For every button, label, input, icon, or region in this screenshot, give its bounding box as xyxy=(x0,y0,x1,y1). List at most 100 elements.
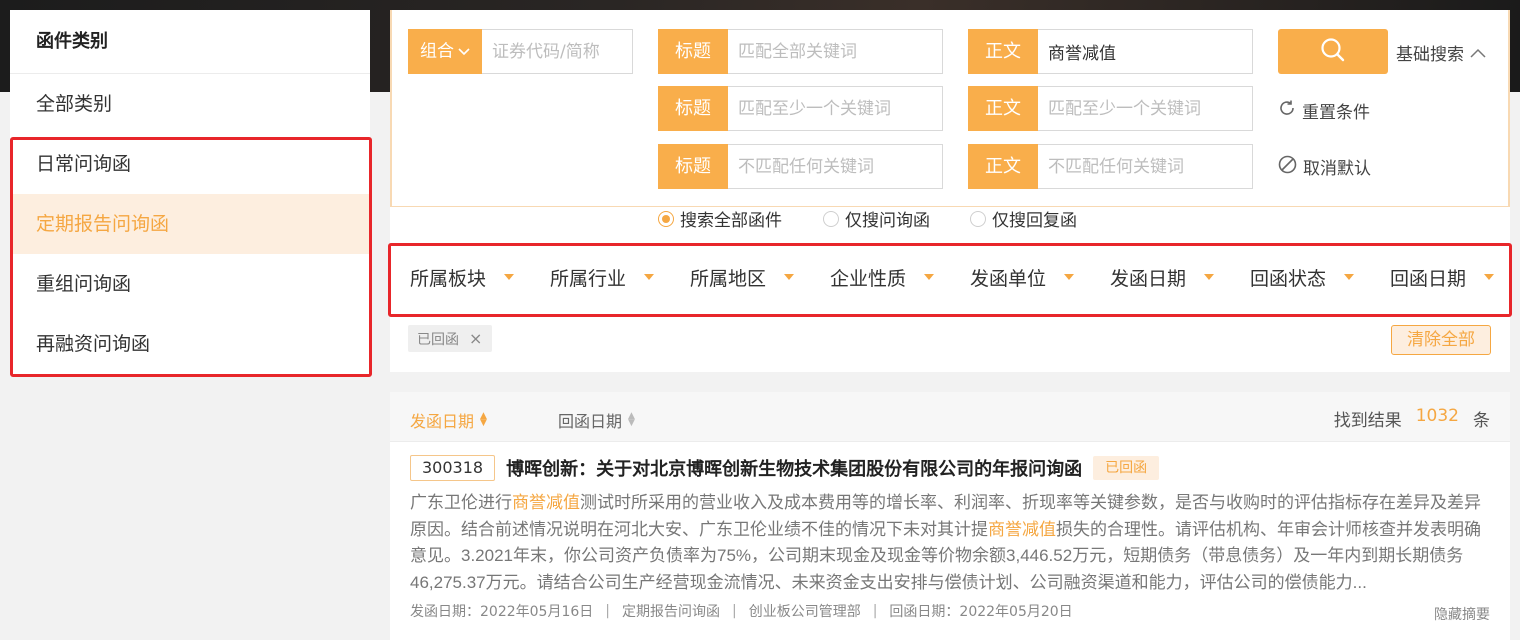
code-field: 组合 xyxy=(408,29,633,74)
radio-label: 搜索全部函件 xyxy=(680,211,782,231)
keyword-highlight: 商誉减值 xyxy=(988,519,1056,539)
body-none-input[interactable] xyxy=(1038,144,1253,189)
meta-department: 创业板公司管理部 xyxy=(748,604,861,620)
result-count: 找到结果 1032 条 xyxy=(1334,406,1490,431)
radio-all-letters[interactable]: 搜索全部函件 xyxy=(658,206,782,231)
filter-reply-date[interactable]: 回函日期 xyxy=(1390,248,1495,306)
hide-abstract-link[interactable]: 隐藏摘要 xyxy=(1434,604,1490,624)
result-title-row: 300318 博晖创新：关于对北京博晖创新生物技术集团股份有限公司的年报问询函 … xyxy=(410,454,1490,482)
radio-indicator xyxy=(823,210,839,227)
body-none-field: 正文 xyxy=(968,144,1253,189)
stock-code-badge[interactable]: 300318 xyxy=(410,455,496,481)
sidebar-item-periodic[interactable]: 定期报告问询函 xyxy=(10,194,370,254)
filter-label: 所属板块 xyxy=(410,267,487,290)
caret-down-icon xyxy=(504,274,515,280)
filter-reply-status[interactable]: 回函状态 xyxy=(1250,248,1355,306)
caret-down-icon xyxy=(1204,274,1215,280)
sort-label: 回函日期 xyxy=(558,412,623,431)
body-tag: 正文 xyxy=(968,144,1038,189)
cancel-default-button[interactable]: 取消默认 xyxy=(1278,154,1371,179)
body-any-field: 正文 xyxy=(968,86,1253,131)
filter-bar: 所属板块 所属行业 所属地区 企业性质 发函单位 发函日期 回函状态 回函日期 xyxy=(390,248,1510,306)
chevron-up-icon xyxy=(1470,43,1486,63)
sort-send-date[interactable]: 发函日期 ▲ ▼ xyxy=(410,408,487,432)
code-input[interactable] xyxy=(482,29,633,74)
title-any-field: 标题 xyxy=(658,86,943,131)
combo-label: 组合 xyxy=(420,41,454,62)
title-all-field: 标题 xyxy=(658,29,943,74)
keyword-highlight: 商誉减值 xyxy=(512,493,580,512)
search-button[interactable] xyxy=(1278,29,1388,74)
search-panel: 组合 标题 标题 标题 正文 正文 正文 基础搜索 重置条件 取消默认 xyxy=(390,10,1510,372)
filter-industry[interactable]: 所属行业 xyxy=(550,248,655,306)
refresh-icon xyxy=(1278,99,1296,122)
clear-all-button[interactable]: 清除全部 xyxy=(1391,325,1491,355)
filter-label: 回函日期 xyxy=(1390,267,1467,290)
title-any-input[interactable] xyxy=(728,86,943,131)
caret-down-icon xyxy=(784,274,795,280)
basic-search-label: 基础搜索 xyxy=(1396,45,1464,65)
combo-dropdown[interactable]: 组合 xyxy=(408,29,482,74)
radio-indicator xyxy=(970,210,986,227)
filter-label: 所属行业 xyxy=(550,267,627,290)
found-label: 找到结果 xyxy=(1333,411,1402,431)
body-tag: 正文 xyxy=(968,29,1038,74)
caret-down-icon xyxy=(924,274,935,280)
sidebar-item-refinancing[interactable]: 再融资问询函 xyxy=(10,314,370,374)
basic-search-toggle[interactable]: 基础搜索 xyxy=(1396,40,1486,65)
sidebar-item-daily[interactable]: 日常问询函 xyxy=(10,134,370,194)
reset-button[interactable]: 重置条件 xyxy=(1278,98,1370,123)
sidebar-title: 函件类别 xyxy=(10,10,370,74)
title-none-input[interactable] xyxy=(728,144,943,189)
radio-label: 仅搜问询函 xyxy=(845,211,930,231)
caret-down-icon xyxy=(1064,274,1075,280)
title-all-input[interactable] xyxy=(728,29,943,74)
status-badge: 已回函 xyxy=(1093,456,1160,480)
count-unit: 条 xyxy=(1473,411,1490,431)
sort-arrows-icon: ▲ ▼ xyxy=(628,411,635,428)
radio-inquiry-only[interactable]: 仅搜问询函 xyxy=(823,206,930,231)
meta-category: 定期报告问询函 xyxy=(621,604,720,620)
category-sidebar: 函件类别 全部类别 日常问询函 定期报告问询函 重组问询函 再融资问询函 xyxy=(10,10,370,376)
title-tag: 标题 xyxy=(658,29,728,74)
sort-label: 发函日期 xyxy=(410,412,475,431)
result-title-link[interactable]: 博晖创新：关于对北京博晖创新生物技术集团股份有限公司的年报问询函 xyxy=(506,455,1082,481)
results-header: 发函日期 ▲ ▼ 回函日期 ▲ ▼ 找到结果 1032 条 xyxy=(390,392,1510,442)
filter-send-date[interactable]: 发函日期 xyxy=(1110,248,1215,306)
result-item: 300318 博晖创新：关于对北京博晖创新生物技术集团股份有限公司的年报问询函 … xyxy=(410,454,1490,624)
caret-down-icon xyxy=(644,274,655,280)
filter-nature[interactable]: 企业性质 xyxy=(830,248,935,306)
meta-separator: | xyxy=(872,603,878,619)
filter-label: 所属地区 xyxy=(690,267,767,290)
filter-label: 回函状态 xyxy=(1250,267,1327,290)
radio-reply-only[interactable]: 仅搜回复函 xyxy=(970,206,1077,231)
active-filter-chip: 已回函 × xyxy=(408,325,492,352)
filter-region[interactable]: 所属地区 xyxy=(690,248,795,306)
result-meta: 发函日期：2022年05月16日 | 定期报告问询函 | 创业板公司管理部 | … xyxy=(410,600,1490,624)
body-any-input[interactable] xyxy=(1038,86,1253,131)
results-panel: 发函日期 ▲ ▼ 回函日期 ▲ ▼ 找到结果 1032 条 300318 博晖创新：… xyxy=(390,392,1510,640)
title-tag: 标题 xyxy=(658,86,728,131)
filter-label: 企业性质 xyxy=(830,267,907,290)
radio-indicator xyxy=(658,210,674,227)
body-all-input[interactable] xyxy=(1038,29,1253,74)
title-tag: 标题 xyxy=(658,144,728,189)
sidebar-item-all[interactable]: 全部类别 xyxy=(10,74,370,134)
meta-reply-date: 回函日期：2022年05月20日 xyxy=(889,604,1073,620)
ban-icon xyxy=(1278,155,1297,179)
reset-label: 重置条件 xyxy=(1302,103,1370,123)
filter-issuer[interactable]: 发函单位 xyxy=(970,248,1075,306)
sort-arrows-icon: ▲ ▼ xyxy=(480,411,487,428)
search-icon xyxy=(1320,37,1346,67)
sort-reply-date[interactable]: 回函日期 ▲ ▼ xyxy=(558,408,635,432)
cancel-default-label: 取消默认 xyxy=(1303,159,1371,179)
chip-label: 已回函 xyxy=(417,331,459,348)
result-abstract: 广东卫伦进行商誉减值测试时所采用的营业收入及成本费用等的增长率、利润率、折现率等… xyxy=(410,490,1490,596)
close-icon[interactable]: × xyxy=(469,329,482,348)
caret-down-icon xyxy=(1484,274,1495,280)
filter-label: 发函日期 xyxy=(1110,267,1187,290)
sidebar-item-restructure[interactable]: 重组问询函 xyxy=(10,254,370,314)
body-tag: 正文 xyxy=(968,86,1038,131)
filter-label: 发函单位 xyxy=(970,267,1047,290)
filter-board[interactable]: 所属板块 xyxy=(410,248,515,306)
